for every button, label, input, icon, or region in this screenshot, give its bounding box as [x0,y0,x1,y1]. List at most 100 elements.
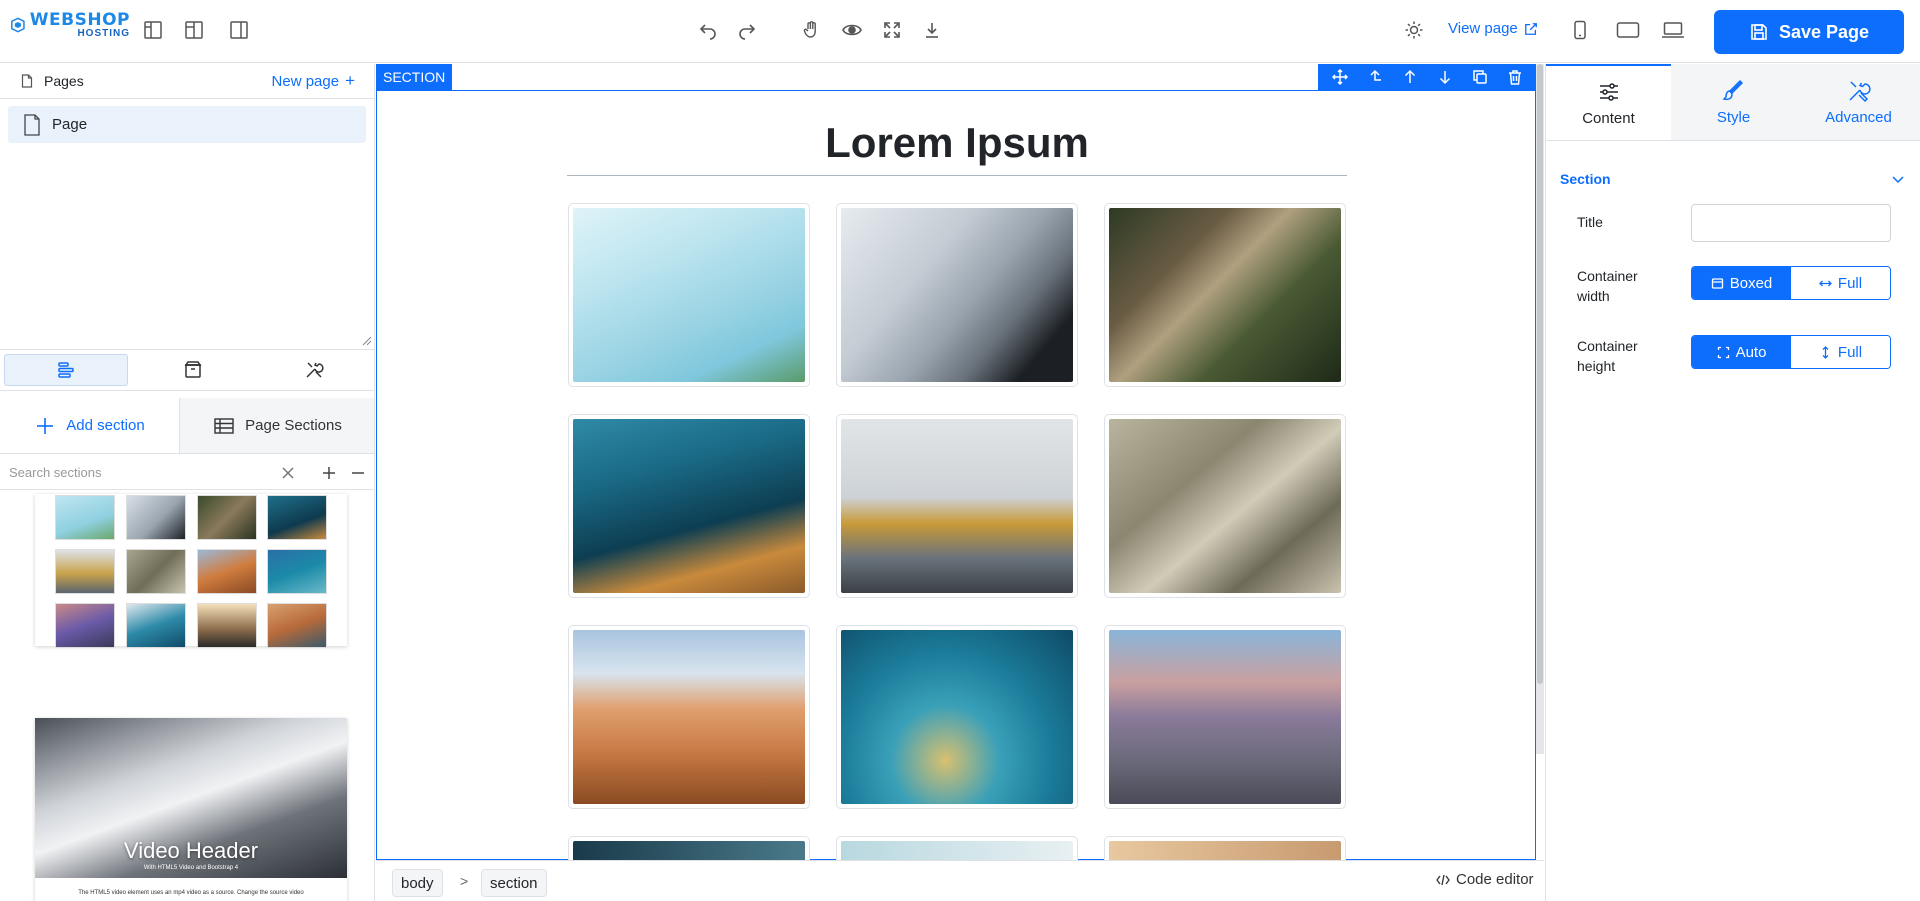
search-sections-row [0,456,374,490]
tab-style[interactable]: Style [1671,64,1796,140]
file-icon [21,74,33,88]
title-input[interactable] [1691,204,1891,242]
theme-sun-icon[interactable] [1402,18,1426,42]
gallery-image-skatepark[interactable] [1104,625,1346,809]
section-group-header[interactable]: Section [1560,171,1906,187]
save-page-label: Save Page [1778,21,1870,42]
delete-icon[interactable] [1506,68,1524,86]
move-up-icon[interactable] [1401,68,1419,86]
breadcrumb-body[interactable]: body [392,869,443,897]
boxed-icon [1711,277,1723,289]
page-item-label: Page [52,116,88,133]
gallery-image-canyon-jump[interactable] [568,625,810,809]
thumbnail-image [55,549,115,594]
tab-tools[interactable] [253,350,374,390]
clear-search-icon[interactable] [280,465,296,481]
breadcrumb-section[interactable]: section [481,869,547,897]
pages-header: Pages New page + [0,64,374,99]
thumbnail-image [197,549,257,594]
section-tag: SECTION [376,64,453,90]
layout-split-icon[interactable] [182,18,206,42]
view-page-link[interactable]: View page [1448,20,1538,37]
move-icon[interactable] [1331,68,1349,86]
layout-left-icon[interactable] [141,18,165,42]
gallery-image-person-yellow-coat[interactable] [836,414,1078,598]
duplicate-icon[interactable] [1471,68,1489,86]
thumbnail-image [197,495,257,540]
full-height-label: Full [1837,343,1863,361]
resize-grip-icon[interactable] [362,336,372,346]
logo-line1: WEBSHOP [29,9,130,30]
tab-sections[interactable] [4,354,128,386]
gallery-image-grass-dunes[interactable] [1104,414,1346,598]
tab-advanced-label: Advanced [1825,108,1892,126]
page-sections-label: Page Sections [245,417,342,434]
auto-label: Auto [1735,343,1767,361]
top-toolbar: WEBSHOP HOSTING View page Save Page [0,0,1920,63]
arrows-horizontal-icon [1818,280,1832,286]
container-width-toggle: Boxed Full [1691,266,1891,300]
fullscreen-icon[interactable] [880,18,904,42]
add-section-label: Add section [66,417,145,434]
select-parent-icon[interactable] [1366,68,1384,86]
container-height-full-option[interactable]: Full [1791,336,1890,368]
tab-add-section[interactable]: Add section [0,398,180,453]
tools-icon [306,362,324,378]
plus-icon: + [345,71,355,90]
section-group-label: Section [1560,171,1611,187]
container-width-boxed-option[interactable]: Boxed [1692,267,1791,299]
canvas-scrollbar-thumb[interactable] [1537,64,1543,684]
gallery-image-palm-trees[interactable] [568,203,810,387]
gallery-image-surfer-wave[interactable] [836,625,1078,809]
selected-section[interactable]: Lorem Ipsum [376,90,1536,867]
code-editor-button[interactable]: Code editor [1436,871,1534,888]
collapse-all-icon[interactable] [349,464,367,482]
gallery-image-underwater-diver[interactable] [568,414,810,598]
container-width-full-option[interactable]: Full [1791,267,1890,299]
layout-right-icon[interactable] [227,18,251,42]
breadcrumb-separator: > [460,873,469,889]
left-panel-tabs [0,349,374,391]
code-editor-label: Code editor [1456,871,1534,888]
save-page-button[interactable]: Save Page [1714,10,1904,54]
preview-eye-icon[interactable] [840,18,864,42]
tab-advanced[interactable]: Advanced [1796,64,1920,140]
gallery-image-skier-jump[interactable] [836,203,1078,387]
gallery-image-tree-branches[interactable] [1104,203,1346,387]
thumbnail-image [267,603,327,648]
desktop-view-icon[interactable] [1659,18,1687,42]
undo-icon[interactable] [696,18,720,42]
container-height-auto-option[interactable]: Auto [1692,336,1791,368]
heading-divider [567,175,1347,176]
tab-content-label: Content [1582,109,1635,127]
tab-page-sections[interactable]: Page Sections [180,398,374,453]
video-header-caption: The HTML5 video element uses an mp4 vide… [78,890,304,896]
video-header-section-thumbnail[interactable]: Video Header With HTML5 Video and Bootst… [35,718,347,901]
left-panel: Pages New page + Page Add section Page S… [0,64,375,901]
properties-tabs: Content Style Advanced [1546,64,1920,141]
download-icon[interactable] [920,18,944,42]
tab-content[interactable]: Content [1546,64,1671,140]
thumbnail-image [267,549,327,594]
mobile-view-icon[interactable] [1568,18,1592,42]
auto-size-icon [1717,346,1729,358]
redo-icon[interactable] [735,18,759,42]
gallery-section-thumbnail[interactable] [35,494,347,648]
thumbnail-image [197,603,257,648]
add-icon [37,417,54,434]
canvas-footer: body > section Code editor [376,860,1544,901]
video-header-subtitle: With HTML5 Video and Bootstrap 4 [143,865,239,871]
editor-canvas[interactable]: SECTION Lorem Ipsum body > section Code … [376,64,1544,901]
right-panel: Content Style Advanced Section Title Con… [1545,64,1920,901]
tablet-view-icon[interactable] [1614,18,1642,42]
hand-pointer-icon[interactable] [799,18,823,42]
move-down-icon[interactable] [1436,68,1454,86]
view-page-label: View page [1448,20,1518,37]
search-sections-input[interactable] [0,465,270,480]
pages-label: Pages [44,73,84,89]
page-list-item[interactable]: Page [8,106,366,143]
new-page-button[interactable]: New page + [272,71,355,91]
section-heading[interactable]: Lorem Ipsum [567,119,1347,167]
expand-all-icon[interactable] [320,464,338,482]
tab-blocks[interactable] [132,350,254,390]
